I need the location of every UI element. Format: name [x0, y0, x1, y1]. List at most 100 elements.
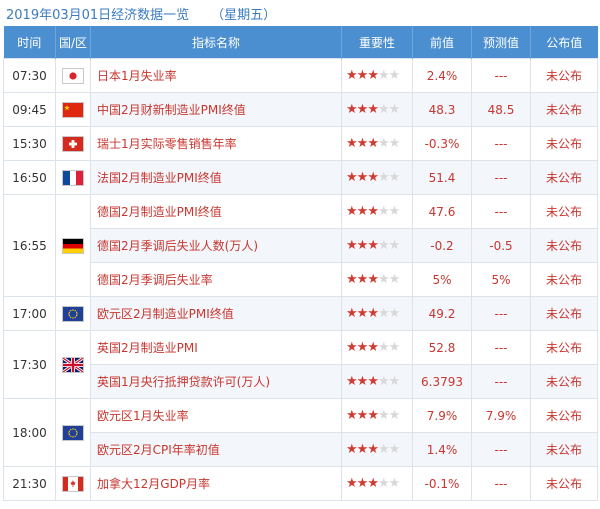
table-row: 21:30 加拿大12月GDP月率 ★★★★★ -0.1% --- 未公布 — [3, 466, 598, 501]
eu-flag-icon — [62, 305, 84, 322]
star-empty-icon: ★ — [388, 340, 401, 355]
japan-flag-icon — [62, 67, 84, 84]
actual-value: 未公布 — [530, 126, 598, 161]
column-header-region: 国/区 — [55, 26, 91, 59]
forecast-value: --- — [471, 160, 531, 195]
actual-value: 未公布 — [530, 432, 598, 467]
indicator-name[interactable]: 欧元区1月失业率 — [90, 398, 342, 433]
previous-value: 2.4% — [412, 58, 472, 93]
star-filled-icon: ★ — [346, 68, 358, 83]
region-cell — [55, 296, 91, 331]
star-empty-icon: ★ — [388, 408, 401, 423]
canada-flag-icon — [62, 475, 84, 492]
star-filled-icon: ★ — [356, 340, 369, 355]
actual-value: 未公布 — [530, 398, 598, 433]
indicator-name[interactable]: 法国2月制造业PMI终值 — [90, 160, 342, 195]
star-filled-icon: ★ — [346, 136, 358, 151]
time-cell: 17:00 — [3, 296, 56, 331]
importance-rating: ★★★★★ — [341, 262, 413, 297]
column-header-forecast: 预测值 — [471, 26, 531, 59]
indicator-name[interactable]: 日本1月失业率 — [90, 58, 342, 93]
importance-rating: ★★★★★ — [341, 364, 413, 399]
column-header-time: 时间 — [3, 26, 56, 59]
star-filled-icon: ★ — [346, 408, 358, 423]
star-empty-icon: ★ — [377, 272, 390, 287]
star-empty-icon: ★ — [377, 442, 390, 457]
indicator-name[interactable]: 德国2月季调后失业率 — [90, 262, 342, 297]
indicator-name[interactable]: 欧元区2月CPI年率初值 — [90, 432, 342, 467]
eu-flag-icon — [62, 424, 84, 441]
time-cell: 17:30 — [3, 330, 56, 399]
star-filled-icon: ★ — [367, 476, 379, 491]
star-filled-icon: ★ — [346, 170, 358, 185]
indicator-name[interactable]: 中国2月财新制造业PMI终值 — [90, 92, 342, 127]
table-header-row: 时间 国/区 指标名称 重要性 前值 预测值 公布值 — [3, 26, 598, 59]
forecast-value: --- — [471, 58, 531, 93]
star-empty-icon: ★ — [388, 136, 401, 151]
indicator-name[interactable]: 英国1月央行抵押贷款许可(万人) — [90, 364, 342, 399]
star-filled-icon: ★ — [367, 170, 379, 185]
star-empty-icon: ★ — [388, 442, 401, 457]
importance-rating: ★★★★★ — [341, 330, 413, 365]
star-filled-icon: ★ — [356, 204, 369, 219]
importance-rating: ★★★★★ — [341, 296, 413, 331]
star-filled-icon: ★ — [356, 272, 369, 287]
star-filled-icon: ★ — [356, 238, 369, 253]
forecast-value: --- — [471, 330, 531, 365]
actual-value: 未公布 — [530, 466, 598, 501]
star-filled-icon: ★ — [356, 442, 369, 457]
region-cell — [55, 126, 91, 161]
star-filled-icon: ★ — [356, 170, 369, 185]
forecast-value: --- — [471, 466, 531, 501]
importance-rating: ★★★★★ — [341, 466, 413, 501]
china-flag-icon — [62, 101, 84, 118]
importance-rating: ★★★★★ — [341, 126, 413, 161]
importance-rating: ★★★★★ — [341, 398, 413, 433]
indicator-name[interactable]: 英国2月制造业PMI — [90, 330, 342, 365]
star-empty-icon: ★ — [377, 340, 390, 355]
time-cell: 16:50 — [3, 160, 56, 195]
star-empty-icon: ★ — [377, 136, 390, 151]
time-cell: 21:30 — [3, 466, 56, 501]
star-empty-icon: ★ — [388, 204, 401, 219]
table-row: 16:55 德国2月制造业PMI终值 ★★★★★ 47.6 --- 未公布 — [3, 194, 598, 297]
column-header-actual: 公布值 — [530, 26, 598, 59]
actual-value: 未公布 — [530, 58, 598, 93]
france-flag-icon — [62, 169, 84, 186]
forecast-value: --- — [471, 194, 531, 229]
table-row: 09:45 中国2月财新制造业PMI终值 ★★★★★ 48.3 48.5 未公布 — [3, 92, 598, 127]
time-cell: 15:30 — [3, 126, 56, 161]
actual-value: 未公布 — [530, 262, 598, 297]
star-filled-icon: ★ — [356, 374, 369, 389]
star-filled-icon: ★ — [356, 476, 369, 491]
star-empty-icon: ★ — [388, 476, 401, 491]
indicator-name[interactable]: 瑞士1月实际零售销售年率 — [90, 126, 342, 161]
indicator-name[interactable]: 德国2月季调后失业人数(万人) — [90, 228, 342, 263]
indicator-name[interactable]: 加拿大12月GDP月率 — [90, 466, 342, 501]
forecast-value: --- — [471, 296, 531, 331]
forecast-value: 5% — [471, 262, 531, 297]
actual-value: 未公布 — [530, 330, 598, 365]
star-filled-icon: ★ — [346, 102, 358, 117]
economic-calendar-table: 时间 国/区 指标名称 重要性 前值 预测值 公布值 07:30 日本1月失业率 ★… — [3, 26, 598, 501]
time-cell: 09:45 — [3, 92, 56, 127]
star-empty-icon: ★ — [388, 68, 401, 83]
forecast-value: --- — [471, 432, 531, 467]
previous-value: 51.4 — [412, 160, 472, 195]
star-empty-icon: ★ — [388, 170, 401, 185]
star-empty-icon: ★ — [377, 306, 390, 321]
star-empty-icon: ★ — [388, 102, 401, 117]
star-filled-icon: ★ — [356, 408, 369, 423]
region-cell — [55, 466, 91, 501]
indicator-name[interactable]: 德国2月制造业PMI终值 — [90, 194, 342, 229]
importance-rating: ★★★★★ — [341, 160, 413, 195]
forecast-value: 7.9% — [471, 398, 531, 433]
indicator-name[interactable]: 欧元区2月制造业PMI终值 — [90, 296, 342, 331]
region-cell — [55, 92, 91, 127]
star-filled-icon: ★ — [346, 238, 358, 253]
star-filled-icon: ★ — [367, 408, 379, 423]
importance-rating: ★★★★★ — [341, 58, 413, 93]
germany-flag-icon — [62, 237, 84, 254]
star-empty-icon: ★ — [388, 374, 401, 389]
region-cell — [55, 160, 91, 195]
